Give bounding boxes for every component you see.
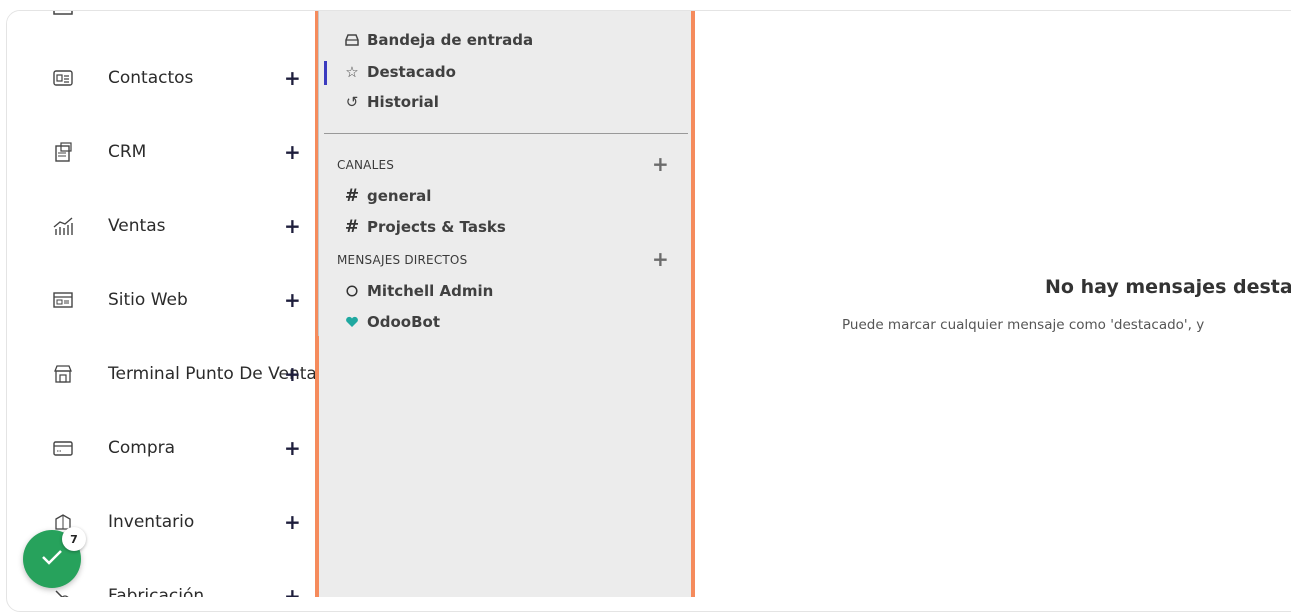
add-ventas-button[interactable]: + <box>284 216 301 236</box>
app-item-partial-top[interactable] <box>7 11 315 29</box>
sidebar-divider <box>324 133 688 134</box>
app-frame: Contactos + CRM + Ventas + Sitio Web + T… <box>6 10 1291 612</box>
app-item-crm[interactable]: CRM + <box>7 132 315 172</box>
app-label-ventas: Ventas <box>108 216 166 236</box>
channel-general-label: general <box>367 187 432 205</box>
channel-projects-tasks[interactable]: # Projects & Tasks <box>343 215 506 239</box>
empty-state-text: Puede marcar cualquier mensaje como 'des… <box>842 317 1205 333</box>
app-label-fabricacion: Fabricación <box>108 586 205 597</box>
app-label-inventario: Inventario <box>108 512 195 532</box>
heart-icon <box>343 316 361 328</box>
add-terminal-punto-de-venta-button[interactable]: + <box>284 364 301 384</box>
direct-messages-header: MENSAJES DIRECTOS <box>337 253 468 267</box>
dm-mitchell-admin-label: Mitchell Admin <box>367 282 494 300</box>
add-direct-message-button[interactable]: + <box>652 249 669 269</box>
add-sitio-web-button[interactable]: + <box>284 290 301 310</box>
mailbox-history[interactable]: ↺ Historial <box>343 89 439 115</box>
mailbox-starred[interactable]: ☆ Destacado <box>343 59 456 85</box>
credit-card-icon <box>51 436 75 460</box>
mailbox-starred-label: Destacado <box>367 63 456 81</box>
mailbox-inbox-label: Bandeja de entrada <box>367 31 534 49</box>
hash-icon: # <box>344 186 360 206</box>
app-item-terminal-punto-de-venta[interactable]: Terminal Punto De Venta + <box>7 354 315 394</box>
active-mailbox-indicator <box>324 61 327 85</box>
app-item-contactos[interactable]: Contactos + <box>7 58 315 98</box>
message-thread-area: No hay mensajes destaca Puede marcar cua… <box>695 11 1291 597</box>
add-crm-button[interactable]: + <box>284 142 301 162</box>
app-label-sitio-web: Sitio Web <box>108 290 188 310</box>
add-contactos-button[interactable]: + <box>284 68 301 88</box>
website-icon <box>51 288 75 312</box>
channel-general[interactable]: # general <box>343 184 432 208</box>
star-icon: ☆ <box>345 63 359 81</box>
discuss-sidebar: Bandeja de entrada ☆ Destacado ↺ Histori… <box>319 11 695 597</box>
contacts-icon <box>51 66 75 90</box>
hash-icon: # <box>344 217 360 237</box>
apps-menu: Contactos + CRM + Ventas + Sitio Web + T… <box>7 11 319 597</box>
sales-chart-icon <box>51 214 75 238</box>
channels-header: CANALES <box>337 158 395 172</box>
add-channel-button[interactable]: + <box>652 154 669 174</box>
history-icon: ↺ <box>345 93 359 111</box>
checkmark-icon <box>41 548 63 570</box>
shop-icon <box>51 362 75 386</box>
mailbox-inbox[interactable]: Bandeja de entrada <box>343 27 533 53</box>
channel-projects-tasks-label: Projects & Tasks <box>367 218 506 236</box>
add-inventario-button[interactable]: + <box>284 512 301 532</box>
add-compra-button[interactable]: + <box>284 438 301 458</box>
dm-odoobot[interactable]: OdooBot <box>343 310 440 334</box>
app-label-compra: Compra <box>108 438 176 458</box>
activity-count-badge: 7 <box>62 527 86 551</box>
add-fabricacion-button[interactable]: + <box>284 586 301 597</box>
empty-state-title: No hay mensajes destaca <box>1045 276 1291 298</box>
app-item-compra[interactable]: Compra + <box>7 428 315 468</box>
mailbox-history-label: Historial <box>367 93 439 111</box>
app-label-contactos: Contactos <box>108 68 194 88</box>
dm-mitchell-admin[interactable]: Mitchell Admin <box>343 279 493 303</box>
briefcase-icon <box>51 11 75 21</box>
status-circle-icon <box>343 285 361 297</box>
dm-odoobot-label: OdooBot <box>367 313 441 331</box>
app-label-crm: CRM <box>108 142 147 162</box>
inbox-icon <box>343 34 361 46</box>
app-item-sitio-web[interactable]: Sitio Web + <box>7 280 315 320</box>
app-item-ventas[interactable]: Ventas + <box>7 206 315 246</box>
crm-icon <box>51 140 75 164</box>
